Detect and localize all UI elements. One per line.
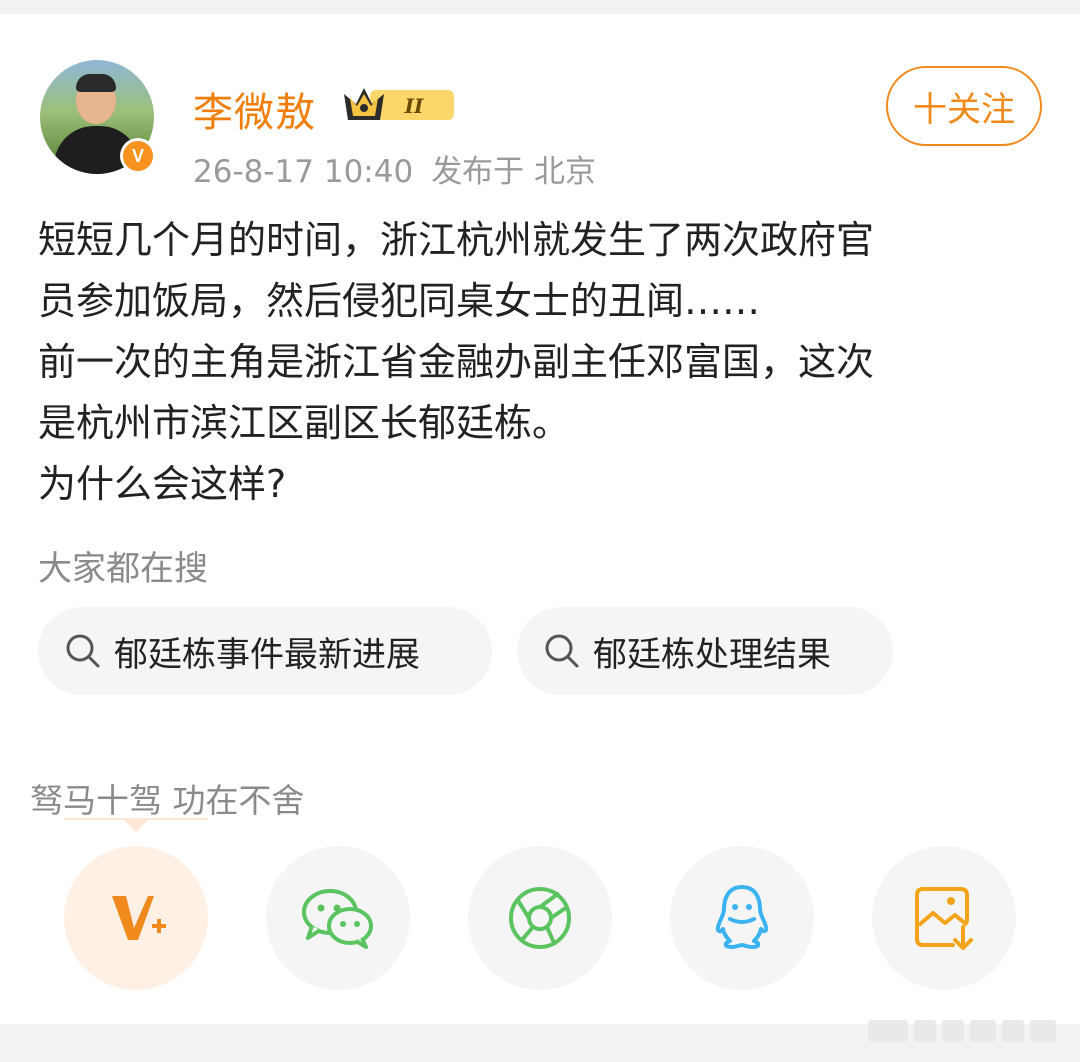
post-text-line: 短短几个月的时间，浙江杭州就发生了两次政府官	[38, 218, 875, 262]
tooltip-arrow	[122, 818, 150, 832]
qq-icon	[715, 885, 769, 949]
trending-search-title: 大家都在搜	[38, 549, 208, 589]
wechat-icon	[302, 889, 373, 949]
post-timestamp: 26-8-17 10:40	[193, 154, 414, 190]
watermark-logo-icon	[868, 1020, 1056, 1042]
search-chip-label: 郁廷栋事件最新进展	[114, 634, 420, 675]
share-qq-button[interactable]	[670, 846, 814, 990]
post-text-line: 前一次的主角是浙江省金融办副主任邓富国，这次	[38, 340, 875, 384]
post-text: 短短几个月的时间，浙江杭州就发生了两次政府官 员参加饭局，然后侵犯同桌女士的丑闻…	[38, 210, 1048, 515]
post-meta: 26-8-17 10:40 发布于 北京	[193, 146, 614, 191]
search-chip[interactable]: 郁廷栋处理结果	[517, 607, 893, 695]
verified-icon: V	[120, 138, 156, 174]
search-icon	[66, 634, 100, 668]
post-text-line: 为什么会这样?	[38, 462, 287, 506]
weibo-vplus-icon	[112, 896, 166, 940]
follow-button[interactable]: 十关注	[886, 66, 1042, 146]
username[interactable]: 李微敖	[193, 80, 316, 138]
save-image-icon	[915, 887, 973, 950]
search-chip[interactable]: 郁廷栋事件最新进展	[38, 607, 492, 695]
search-icon	[545, 634, 579, 668]
post-text-line: 是杭州市滨江区副区长郁廷栋。	[38, 401, 571, 445]
post-location: 发布于 北京	[431, 154, 597, 190]
post-text-line: 员参加饭局，然后侵犯同桌女士的丑闻……	[38, 279, 761, 323]
level-badge-text: II	[404, 94, 424, 118]
share-wechat-button[interactable]	[266, 846, 410, 990]
weibo-post-card: V 李微敖 II 26-8-17 10:40 发布于 北京 十关注 短短几个月的时…	[0, 14, 1080, 1024]
user-signature: 驽马十驾 功在不舍	[30, 781, 305, 820]
save-image-button[interactable]	[872, 846, 1016, 990]
crown-level-badge-icon[interactable]: II	[340, 82, 456, 126]
share-weibo-button[interactable]	[64, 846, 208, 990]
share-moments-button[interactable]	[468, 846, 612, 990]
search-chip-label: 郁廷栋处理结果	[593, 634, 831, 675]
moments-icon	[509, 887, 571, 949]
